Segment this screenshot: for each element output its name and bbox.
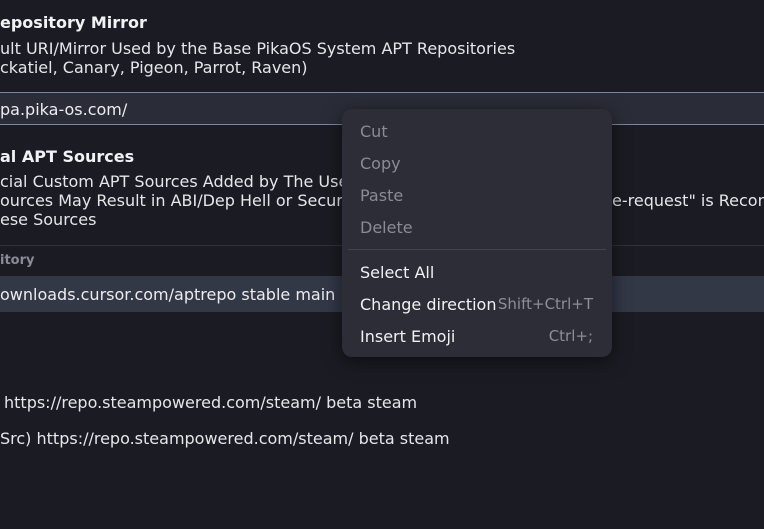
repository-settings-page: epository Mirror ult URI/Mirror Used by … (0, 0, 764, 529)
menu-separator (348, 249, 606, 250)
menu-item-cut[interactable]: Cut (360, 117, 593, 145)
mirror-description-line1: ult URI/Mirror Used by the Base PikaOS S… (0, 39, 516, 58)
menu-item-insert-emoji[interactable]: Insert Emoji Ctrl+; (360, 322, 593, 350)
sources-section-title: al APT Sources (0, 147, 135, 166)
context-menu: Cut Copy Paste Delete Select All Change … (342, 109, 612, 357)
sources-description-line3: ese Sources (0, 210, 97, 229)
menu-item-paste[interactable]: Paste (360, 181, 593, 209)
menu-item-label: Cut (360, 122, 388, 141)
menu-item-label: Paste (360, 186, 404, 205)
row-text: ownloads.cursor.com/aptrepo stable main (0, 285, 336, 304)
mirror-description-line2: ckatiel, Canary, Pigeon, Parrot, Raven) (0, 58, 308, 77)
table-row[interactable]: https://repo.steampowered.com/steam/ bet… (0, 384, 764, 420)
row-text: https://repo.steampowered.com/steam/ bet… (4, 393, 418, 412)
column-header-repository: itory (0, 253, 35, 268)
menu-item-label: Select All (360, 263, 435, 282)
menu-item-change-direction[interactable]: Change direction Shift+Ctrl+T (360, 290, 593, 318)
table-row[interactable]: Src) https://repo.steampowered.com/steam… (0, 420, 764, 456)
menu-item-label: Copy (360, 154, 401, 173)
sources-description-line1: cial Custom APT Sources Added by The Use… (0, 172, 355, 191)
mirror-url-value: pa.pika-os.com/ (0, 100, 128, 119)
menu-item-shortcut: Ctrl+; (548, 327, 593, 345)
row-text: Src) https://repo.steampowered.com/steam… (0, 429, 450, 448)
sources-description-line2-left: ources May Result in ABI/Dep Hell or Sec… (0, 191, 364, 210)
menu-item-label: Insert Emoji (360, 327, 456, 346)
menu-item-delete[interactable]: Delete (360, 213, 593, 241)
sources-description-line2-right: e-request" is Recom (612, 191, 764, 210)
mirror-section-title: epository Mirror (0, 13, 147, 32)
menu-item-label: Change direction (360, 295, 497, 314)
menu-item-shortcut: Shift+Ctrl+T (497, 295, 593, 313)
menu-item-copy[interactable]: Copy (360, 149, 593, 177)
menu-item-label: Delete (360, 218, 413, 237)
menu-item-select-all[interactable]: Select All (360, 258, 593, 286)
